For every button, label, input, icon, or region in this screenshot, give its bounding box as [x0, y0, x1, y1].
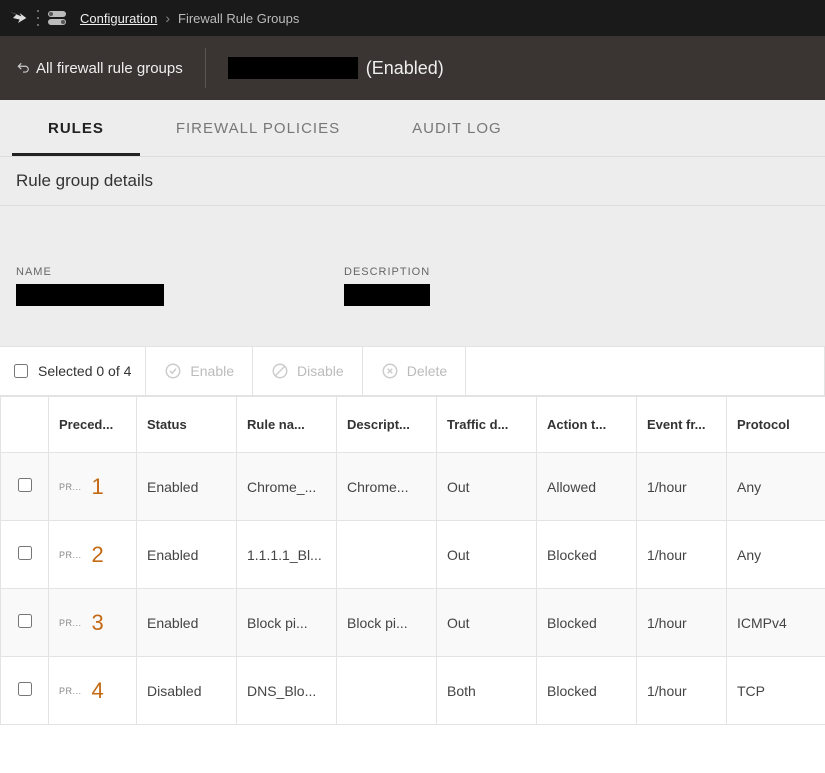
description-label: DESCRIPTION: [344, 266, 430, 278]
col-action-type[interactable]: Action t...: [537, 397, 637, 453]
breadcrumb-sep: ›: [165, 10, 170, 26]
name-value-redacted: [16, 284, 164, 306]
cell-event-frequency: 1/hour: [637, 657, 727, 725]
subheader: All firewall rule groups (Enabled): [0, 36, 825, 100]
cell-protocol: ICMPv4: [727, 589, 825, 657]
cell-action-type: Blocked: [537, 589, 637, 657]
precedence-number: 3: [92, 610, 104, 636]
col-checkbox: [1, 397, 49, 453]
menu-dots-icon[interactable]: [34, 10, 42, 26]
rules-table: Preced... Status Rule na... Descript... …: [0, 396, 825, 725]
table-row[interactable]: PR... 4 DisabledDNS_Blo... BothBlocked1/hou…: [1, 657, 825, 725]
col-description[interactable]: Descript...: [337, 397, 437, 453]
cell-protocol: TCP: [727, 657, 825, 725]
section-title: Rule group details: [0, 157, 825, 206]
delete-label: Delete: [407, 363, 447, 379]
precedence-tag: PR...: [59, 482, 82, 492]
toggle-stack-icon[interactable]: [48, 11, 66, 25]
col-event-frequency[interactable]: Event fr...: [637, 397, 727, 453]
precedence-tag: PR...: [59, 550, 82, 560]
cell-event-frequency: 1/hour: [637, 453, 727, 521]
tab-firewall-policies[interactable]: FIREWALL POLICIES: [140, 100, 376, 156]
cell-protocol: Any: [727, 521, 825, 589]
row-checkbox[interactable]: [18, 546, 32, 560]
enabled-label: (Enabled): [366, 58, 444, 79]
back-link-label: All firewall rule groups: [36, 60, 183, 77]
cell-rule-name: Block pi...: [237, 589, 337, 657]
back-link[interactable]: All firewall rule groups: [16, 60, 183, 77]
action-bar: Selected 0 of 4 Enable Disable Delete: [0, 346, 825, 396]
tab-rules[interactable]: RULES: [12, 100, 140, 156]
cell-description: Chrome...: [337, 453, 437, 521]
cell-description: [337, 521, 437, 589]
cell-status: Enabled: [137, 589, 237, 657]
cell-action-type: Blocked: [537, 657, 637, 725]
col-status[interactable]: Status: [137, 397, 237, 453]
table-row[interactable]: PR... 2 Enabled1.1.1.1_Bl... OutBlocked1/ho…: [1, 521, 825, 589]
cell-action-type: Blocked: [537, 521, 637, 589]
cell-traffic-direction: Out: [437, 521, 537, 589]
col-traffic-direction[interactable]: Traffic d...: [437, 397, 537, 453]
cell-protocol: Any: [727, 453, 825, 521]
check-circle-icon: [164, 362, 182, 380]
select-all-cell: Selected 0 of 4: [0, 347, 146, 395]
enable-label: Enable: [190, 363, 234, 379]
cell-status: Disabled: [137, 657, 237, 725]
cell-description: Block pi...: [337, 589, 437, 657]
cell-traffic-direction: Out: [437, 453, 537, 521]
description-value-redacted: [344, 284, 430, 306]
slash-circle-icon: [271, 362, 289, 380]
breadcrumb-current: Firewall Rule Groups: [178, 11, 299, 26]
cell-status: Enabled: [137, 521, 237, 589]
row-checkbox[interactable]: [18, 682, 32, 696]
table-row[interactable]: PR... 1 EnabledChrome_...Chrome...OutAllow…: [1, 453, 825, 521]
precedence-tag: PR...: [59, 686, 82, 696]
name-label: NAME: [16, 266, 164, 278]
topbar: Configuration › Firewall Rule Groups: [0, 0, 825, 36]
disable-button[interactable]: Disable: [253, 347, 363, 395]
precedence-number: 2: [92, 542, 104, 568]
enable-button[interactable]: Enable: [146, 347, 253, 395]
vertical-divider: [205, 48, 206, 88]
undo-icon: [16, 61, 30, 75]
col-protocol[interactable]: Protocol: [727, 397, 825, 453]
select-all-checkbox[interactable]: [14, 364, 28, 378]
breadcrumb-parent[interactable]: Configuration: [80, 11, 157, 26]
tab-row: RULES FIREWALL POLICIES AUDIT LOG: [0, 100, 825, 157]
precedence-tag: PR...: [59, 618, 82, 628]
col-rule-name[interactable]: Rule na...: [237, 397, 337, 453]
col-precedence[interactable]: Preced...: [49, 397, 137, 453]
x-circle-icon: [381, 362, 399, 380]
cell-status: Enabled: [137, 453, 237, 521]
cell-traffic-direction: Both: [437, 657, 537, 725]
disable-label: Disable: [297, 363, 344, 379]
cell-rule-name: DNS_Blo...: [237, 657, 337, 725]
cell-description: [337, 657, 437, 725]
rulegroup-name-redacted: [228, 57, 358, 79]
cell-traffic-direction: Out: [437, 589, 537, 657]
details-panel: NAME DESCRIPTION: [0, 206, 825, 346]
table-row[interactable]: PR...3EnabledBlock pi...Block pi...OutBl…: [1, 589, 825, 657]
falcon-logo-icon: [8, 8, 28, 28]
delete-button[interactable]: Delete: [363, 347, 466, 395]
row-checkbox[interactable]: [18, 478, 32, 492]
tab-audit-log[interactable]: AUDIT LOG: [376, 100, 538, 156]
cell-rule-name: 1.1.1.1_Bl...: [237, 521, 337, 589]
cell-action-type: Allowed: [537, 453, 637, 521]
cell-event-frequency: 1/hour: [637, 589, 727, 657]
selected-count-label: Selected 0 of 4: [38, 363, 131, 379]
precedence-number: 4: [92, 678, 104, 704]
precedence-number: 1: [92, 474, 104, 500]
cell-event-frequency: 1/hour: [637, 521, 727, 589]
row-checkbox[interactable]: [18, 614, 32, 628]
cell-rule-name: Chrome_...: [237, 453, 337, 521]
